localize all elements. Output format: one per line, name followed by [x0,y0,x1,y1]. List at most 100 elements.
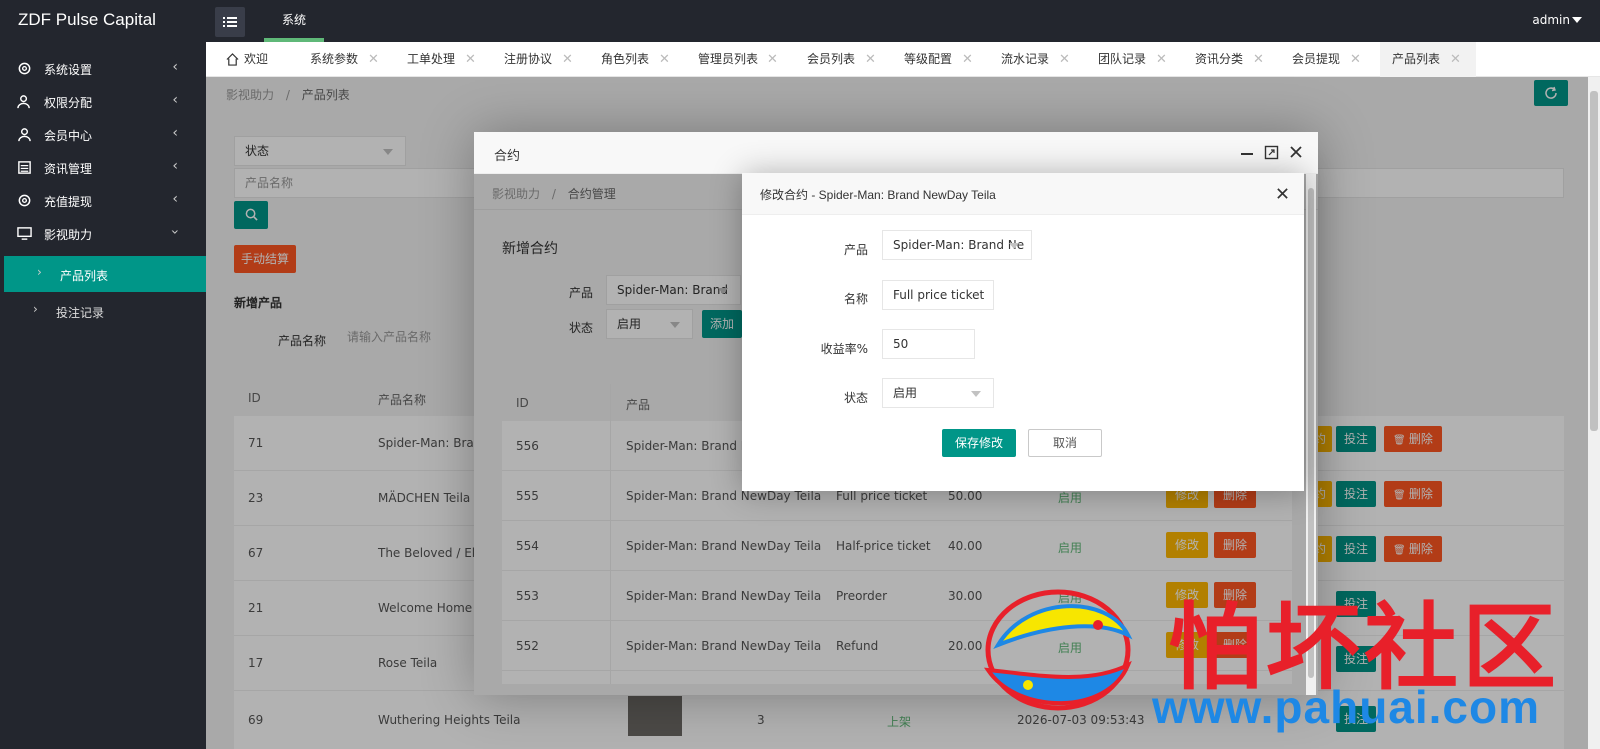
close-icon[interactable] [1289,145,1303,159]
gear-icon [18,194,31,207]
watermark-url: www.pahuai.com [1152,681,1541,733]
tab-label: 产品列表 [1392,52,1441,66]
chevron-right-icon: › [37,265,42,279]
sidebar-item-label: 会员中心 [44,129,93,143]
tab-product-list[interactable]: 产品列表 ✕ [1380,42,1476,77]
tab-label: 会员提现 [1292,52,1341,66]
close-icon[interactable]: ✕ [962,42,973,77]
scrollbar-thumb[interactable] [1590,91,1598,431]
dialog-status-select[interactable]: 启用 [882,378,994,408]
tab-label: 等级配置 [904,52,953,66]
gear-icon [18,62,31,75]
sidebar-subitem-bet-records[interactable]: › 投注记录 [0,293,206,329]
sidebar-item-label: 权限分配 [44,96,93,110]
tab-label: 会员列表 [807,52,856,66]
tab-team[interactable]: 团队记录 ✕ [1098,42,1178,77]
tab-welcome[interactable]: 欢迎 [226,42,296,77]
user-menu[interactable]: admin [1532,13,1570,27]
top-nav-system[interactable]: 系统 [264,0,324,42]
dialog-product-select[interactable]: Spider-Man: Brand Ne [882,230,1032,260]
caret-down-icon[interactable] [1572,17,1582,23]
dialog-product-value: Spider-Man: Brand Ne [893,238,1025,252]
chevron-left-icon: ‹ [172,59,178,75]
close-icon[interactable] [1276,187,1289,200]
close-icon[interactable]: ✕ [1253,42,1264,77]
sidebar-subitem-label: 投注记录 [56,306,105,320]
dialog-title: 修改合约 - Spider-Man: Brand NewDay Teila [760,188,996,202]
user-icon [18,128,31,142]
tab-levels[interactable]: 等级配置 ✕ [904,42,984,77]
tab-tickets[interactable]: 工单处理 ✕ [407,42,487,77]
close-icon[interactable]: ✕ [562,42,573,77]
sidebar-item-permissions[interactable]: 权限分配 ‹ [0,85,206,118]
home-icon [226,53,239,66]
top-bar: ZDF Pulse Capital 系统 admin [0,0,1600,42]
close-icon[interactable]: ✕ [865,42,876,77]
chevron-down-icon: ‹ [167,229,184,235]
close-icon[interactable]: ✕ [368,42,379,77]
maximize-icon[interactable] [1264,145,1279,160]
product-label: 产品 [843,243,868,257]
tab-label: 流水记录 [1001,52,1050,66]
sidebar-item-label: 影视助力 [44,228,93,242]
caret-down-icon [971,391,981,397]
minimize-icon[interactable] [1240,146,1254,160]
monitor-icon [17,227,32,240]
sidebar-item-member-center[interactable]: 会员中心 ‹ [0,118,206,151]
menu-icon [223,17,237,27]
fish-logo-icon [983,589,1133,711]
sidebar-item-system-settings[interactable]: 系统设置 ‹ [0,52,206,85]
chevron-left-icon: ‹ [172,191,178,207]
caret-down-icon [1009,243,1019,249]
close-icon[interactable]: ✕ [1156,42,1167,77]
sidebar-subitem-label: 产品列表 [60,269,109,283]
tab-news-category[interactable]: 资讯分类 ✕ [1195,42,1275,77]
edit-contract-dialog: 修改合约 - Spider-Man: Brand NewDay Teila 产品… [742,173,1304,491]
tab-bar: 欢迎 系统参数 ✕ 工单处理 ✕ 注册协议 ✕ 角色列表 ✕ 管理员列表 ✕ 会… [206,42,1600,77]
sidebar-item-label: 资讯管理 [44,162,93,176]
tab-admins[interactable]: 管理员列表 ✕ [698,42,788,77]
save-button[interactable]: 保存修改 [942,429,1016,457]
sidebar-subitem-product-list[interactable]: › 产品列表 [4,256,206,292]
tab-flow[interactable]: 流水记录 ✕ [1001,42,1081,77]
sidebar-item-label: 系统设置 [44,63,93,77]
app-brand: ZDF Pulse Capital [18,10,156,29]
close-icon[interactable]: ✕ [1059,42,1070,77]
tab-label: 角色列表 [601,52,650,66]
tab-label: 工单处理 [407,52,456,66]
popup-title: 合约 [494,149,521,164]
sidebar-item-label: 充值提现 [44,195,93,209]
tab-label: 管理员列表 [698,52,759,66]
dialog-rate-input[interactable]: 50 [882,329,975,359]
sidebar-item-recharge[interactable]: 充值提现 ‹ [0,184,206,217]
sidebar-item-movie-boost[interactable]: 影视助力 ‹ [0,217,206,250]
menu-toggle-button[interactable] [215,7,245,37]
list-icon [18,161,31,174]
close-icon[interactable]: ✕ [1450,42,1461,77]
tab-register-agreement[interactable]: 注册协议 ✕ [504,42,584,77]
chevron-left-icon: ‹ [172,158,178,174]
rate-label: 收益率% [820,342,868,356]
tab-members[interactable]: 会员列表 ✕ [807,42,887,77]
sidebar: 系统设置 ‹ 权限分配 ‹ 会员中心 ‹ 资讯管理 ‹ 充值提现 ‹ 影视助力 … [0,42,206,749]
name-label: 名称 [843,292,868,306]
popup-titlebar: 合约 [474,132,1318,174]
tab-system-params[interactable]: 系统参数 ✕ [310,42,390,77]
tab-roles[interactable]: 角色列表 ✕ [601,42,681,77]
close-icon[interactable]: ✕ [659,42,670,77]
close-icon[interactable]: ✕ [1350,42,1361,77]
close-icon[interactable]: ✕ [465,42,476,77]
dialog-status-value: 启用 [893,386,918,400]
sidebar-item-news[interactable]: 资讯管理 ‹ [0,151,206,184]
cancel-button[interactable]: 取消 [1028,429,1102,457]
chevron-left-icon: ‹ [172,92,178,108]
dialog-titlebar: 修改合约 - Spider-Man: Brand NewDay Teila [742,173,1304,215]
page-scrollbar[interactable] [1588,77,1600,749]
tab-label: 注册协议 [504,52,553,66]
chevron-right-icon: › [33,302,38,316]
tab-label: 系统参数 [310,52,359,66]
tab-withdraw[interactable]: 会员提现 ✕ [1292,42,1372,77]
dialog-name-input[interactable]: Full price ticket [882,280,994,310]
close-icon[interactable]: ✕ [767,42,778,77]
status-label: 状态 [843,391,868,405]
